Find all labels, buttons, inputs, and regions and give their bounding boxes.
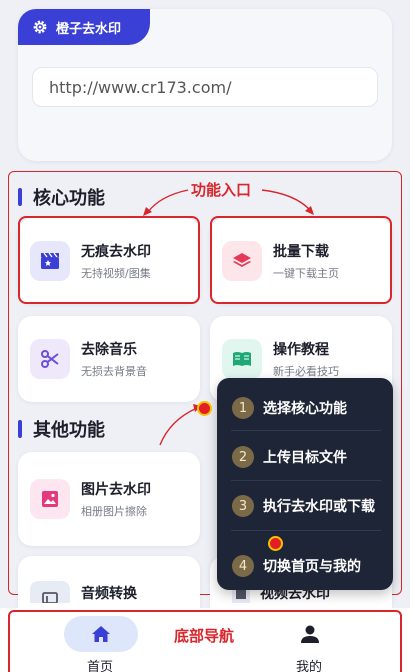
step-divider [231,430,381,431]
feature-title: 去除音乐 [81,342,137,358]
step-divider [231,480,381,481]
feature-subtitle: 无持视频/图集 [81,267,151,280]
section-title-other-text: 其他功能 [33,420,105,441]
step-number: 1 [232,397,254,419]
marker-dot [268,536,283,551]
home-icon [92,626,110,642]
step-number: 4 [232,555,254,577]
guide-step-1: 1 选择核心功能 [217,384,393,432]
step-text: 执行去水印或下载 [263,499,375,515]
guide-popup: 1 选择核心功能 2 上传目标文件 3 执行去水印或下载 4 切换首页与我的 [217,378,393,590]
feature-title: 批量下载 [273,244,329,260]
layers-icon [222,241,262,281]
feature-title: 图片去水印 [81,482,151,498]
step-number: 2 [232,446,254,468]
feature-card-remove-music[interactable]: 去除音乐 无损去背景音 [18,316,200,402]
guide-step-3: 3 执行去水印或下载 [217,482,393,530]
clapperboard-icon [30,241,70,281]
step-text: 切换首页与我的 [263,559,361,575]
feature-card-remove-watermark[interactable]: 无痕去水印 无持视频/图集 [18,218,200,304]
scissors-icon [30,339,70,379]
feature-card-image-watermark[interactable]: 图片去水印 相册图片擦除 [18,452,200,546]
feature-subtitle: 相册图片擦除 [81,505,147,518]
section-title-other: 其他功能 [18,416,105,442]
section-bar [18,420,22,438]
feature-subtitle: 新手必看技巧 [273,365,339,378]
guide-step-4: 4 切换首页与我的 [217,542,393,590]
feature-title: 音频转换 [81,586,137,602]
person-icon[interactable] [300,624,320,644]
feature-subtitle: 一键下载主页 [273,267,339,280]
step-text: 选择核心功能 [263,401,347,417]
step-divider [231,530,381,531]
step-text: 上传目标文件 [263,450,347,466]
feature-title: 无痕去水印 [81,244,151,260]
nav-home-button[interactable] [64,616,138,652]
step-number: 3 [232,495,254,517]
feature-title: 操作教程 [273,342,329,358]
feature-subtitle: 无损去背景音 [81,365,147,378]
guide-step-2: 2 上传目标文件 [217,433,393,481]
audio-icon [30,581,70,603]
feature-card-batch-download[interactable]: 批量下载 一键下载主页 [210,218,392,304]
nav-mine-label[interactable]: 我的 [296,656,322,672]
marker-dot [197,401,212,416]
image-icon [30,479,70,519]
annotation-bottom-nav: 底部导航 [174,627,235,645]
feature-card-audio-convert[interactable]: 音频转换 [18,556,200,608]
nav-home-label[interactable]: 首页 [87,656,113,672]
book-icon [222,339,262,379]
